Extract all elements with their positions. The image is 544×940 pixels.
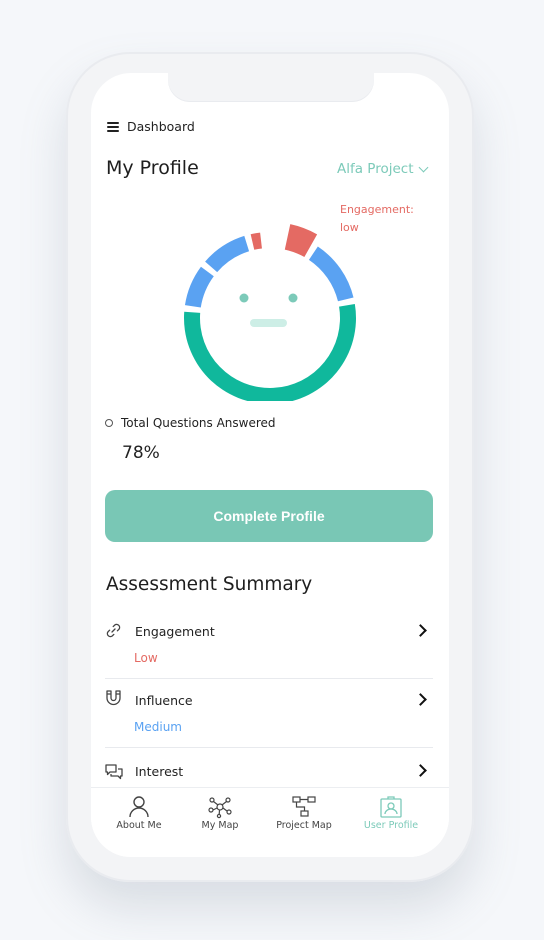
network-icon [208, 797, 232, 819]
engagement-callout: Engagement: low [340, 201, 440, 237]
bottom-navigation: About Me My Map Project Map User Profile [91, 787, 449, 857]
donut-segment-influence[interactable] [308, 246, 354, 302]
chat-bubbles-icon [105, 764, 123, 780]
nav-user-profile[interactable]: User Profile [351, 788, 431, 857]
engagement-callout-label: Engagement: [340, 203, 414, 216]
row-divider [105, 747, 433, 748]
nav-label: About Me [116, 820, 162, 831]
complete-profile-button[interactable]: Complete Profile [105, 490, 433, 542]
dashboard-link[interactable]: Dashboard [127, 119, 195, 134]
page-title: My Profile [106, 157, 199, 179]
summary-row-influence[interactable]: Influence Medium [105, 685, 433, 748]
summary-row-label: Interest [135, 764, 184, 779]
face-right-eye [288, 293, 298, 303]
nav-label: My Map [201, 820, 239, 831]
hamburger-menu-icon[interactable] [107, 122, 119, 132]
summary-row-status: Low [134, 651, 158, 665]
questions-answered-label: Total Questions Answered [121, 416, 276, 430]
chevron-right-icon [414, 693, 427, 706]
user-icon [129, 796, 149, 818]
chevron-down-icon [418, 162, 428, 172]
nav-label: User Profile [363, 820, 419, 831]
chevron-right-icon [414, 624, 427, 637]
app-screen: Dashboard My Profile Alfa Project Engage… [91, 73, 449, 857]
summary-row-engagement[interactable]: Engagement Low [105, 617, 433, 679]
nav-about-me[interactable]: About Me [99, 788, 179, 857]
link-icon [106, 623, 121, 638]
row-divider [105, 678, 433, 679]
donut-segment-engagement[interactable] [284, 224, 318, 258]
legend-marker [105, 419, 113, 427]
project-dropdown[interactable]: Alfa Project [337, 161, 428, 177]
device-notch [168, 72, 374, 102]
summary-row-label: Influence [135, 693, 193, 708]
nav-my-map[interactable]: My Map [180, 788, 260, 857]
summary-row-status: Medium [134, 720, 182, 734]
summary-row-label: Engagement [135, 624, 215, 639]
chevron-right-icon [414, 764, 427, 777]
nav-project-map[interactable]: Project Map [264, 788, 344, 857]
assessment-summary-title: Assessment Summary [106, 574, 313, 595]
flowchart-icon [292, 796, 316, 817]
project-dropdown-value: Alfa Project [337, 161, 414, 177]
id-card-icon [380, 796, 402, 818]
donut-segment-interest[interactable] [184, 303, 356, 401]
face-left-eye [239, 293, 249, 303]
questions-answered-value: 78% [122, 443, 160, 463]
face-mouth [250, 319, 287, 327]
donut-segment-segment-6[interactable] [250, 232, 262, 250]
donut-segment-segment-5[interactable] [205, 235, 250, 273]
magnet-icon [106, 690, 121, 706]
engagement-callout-value: low [340, 221, 359, 234]
profile-donut-chart [184, 224, 356, 401]
nav-label: Project Map [276, 820, 332, 831]
donut-segment-segment-4[interactable] [184, 266, 214, 308]
summary-row-interest[interactable]: Interest [105, 761, 433, 787]
